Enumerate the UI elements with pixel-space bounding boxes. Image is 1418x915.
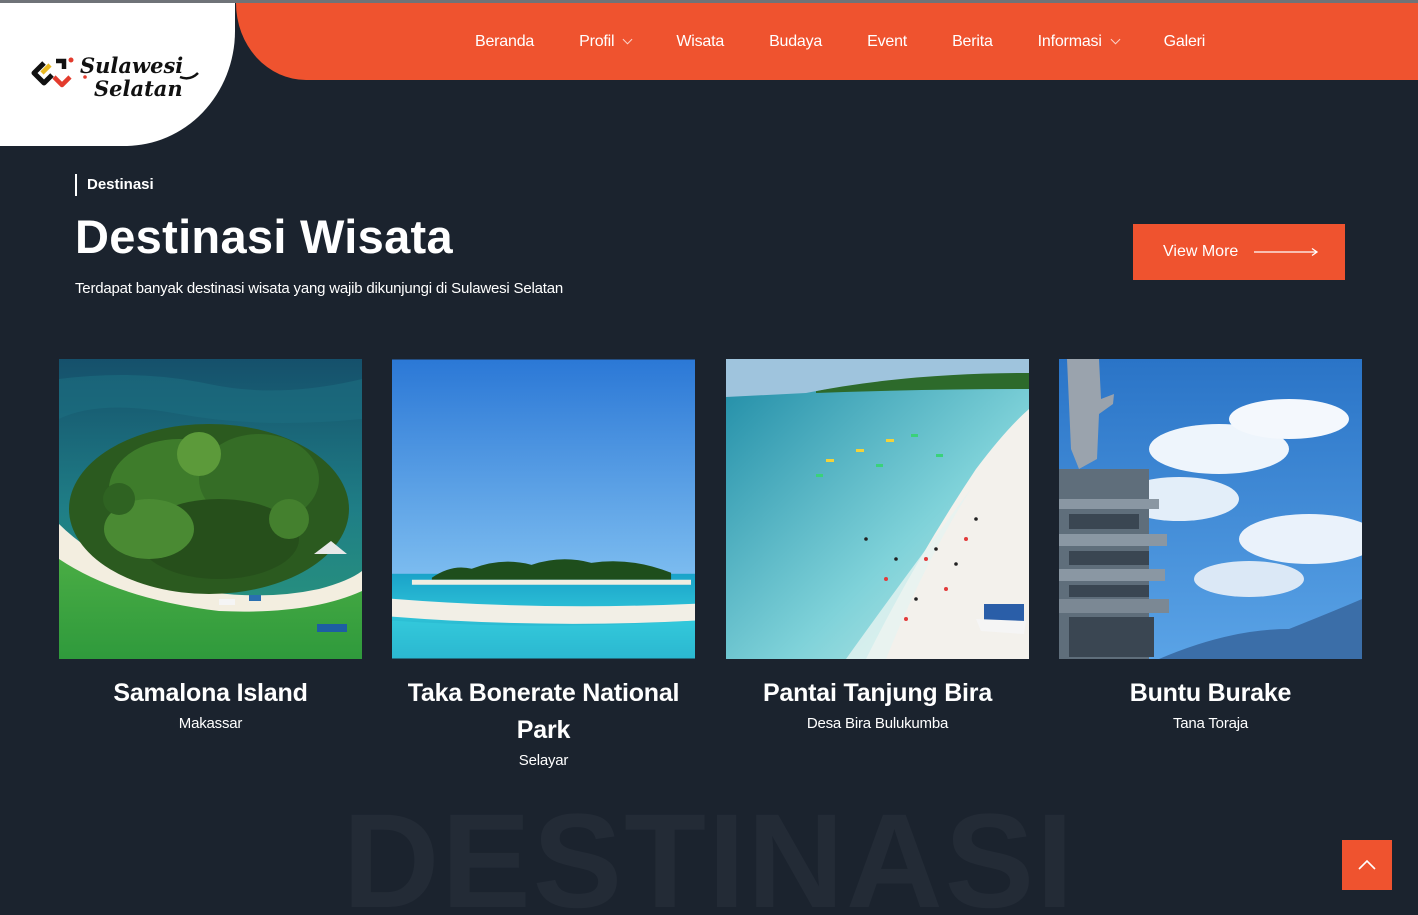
destination-card[interactable]: Buntu Burake Tana Toraja [1059, 359, 1362, 736]
destination-location: Desa Bira Bulukumba [806, 715, 949, 732]
destination-location: Makassar [178, 715, 243, 732]
nav-item-label: Berita [952, 32, 993, 50]
section-eyebrow: Destinasi [75, 174, 154, 196]
nav-item-berita[interactable]: Berita [952, 33, 993, 51]
beach-aerial-photo [726, 359, 1029, 659]
nav-item-informasi[interactable]: Informasi [1037, 32, 1121, 51]
chevron-down-icon [1110, 34, 1121, 45]
nav-item-label: Event [867, 32, 908, 50]
destination-location: Selayar [518, 752, 569, 769]
nav-item-event[interactable]: Event [867, 33, 907, 51]
nav-item-label: Beranda [475, 32, 535, 50]
scroll-to-top-button[interactable] [1342, 840, 1392, 890]
nav-item-budaya[interactable]: Budaya [769, 33, 822, 51]
logo-emblem-icon [31, 57, 74, 88]
arrow-right-icon [1254, 247, 1319, 257]
nav-item-label: Galeri [1163, 32, 1206, 50]
section-watermark: DESTINASI [342, 787, 1076, 915]
nav-menu: Beranda Profil Wisata Budaya Event Berit… [475, 3, 1250, 80]
destination-card[interactable]: Pantai Tanjung Bira Desa Bira Bulukumba [726, 359, 1029, 736]
nav-item-label: Informasi [1037, 32, 1102, 50]
nav-item-beranda[interactable]: Beranda [475, 33, 534, 51]
destination-title[interactable]: Taka Bonerate National Park [392, 675, 695, 749]
svg-text:Selatan: Selatan [94, 76, 183, 101]
main-navbar: Beranda Profil Wisata Budaya Event Berit… [236, 3, 1418, 80]
nav-item-label: Profil [579, 32, 615, 50]
nav-item-profil[interactable]: Profil [579, 32, 633, 51]
destination-title[interactable]: Samalona Island [59, 675, 362, 712]
statue-tower-photo [1059, 359, 1362, 659]
section-title: Destinasi Wisata [75, 210, 453, 263]
logo-link[interactable]: Sulawesi Selatan [0, 3, 235, 146]
destination-location: Tana Toraja [1172, 715, 1249, 732]
chevron-down-icon [622, 34, 633, 45]
section-subtitle: Terdapat banyak destinasi wisata yang wa… [75, 280, 564, 297]
view-more-label: View More [1163, 243, 1239, 260]
nav-item-label: Budaya [769, 32, 823, 50]
nav-item-label: Wisata [676, 32, 725, 50]
nav-item-galeri[interactable]: Galeri [1163, 32, 1206, 51]
view-more-button[interactable]: View More [1133, 224, 1345, 280]
page: Beranda Profil Wisata Budaya Event Berit… [0, 0, 1418, 915]
island-aerial-photo [59, 359, 362, 659]
destination-title[interactable]: Buntu Burake [1059, 675, 1362, 712]
svg-text:Sulawesi: Sulawesi [80, 53, 183, 78]
island-horizon-photo [392, 359, 695, 659]
destination-card[interactable]: Samalona Island Makassar [59, 359, 362, 736]
destination-card[interactable]: Taka Bonerate National Park Selayar [392, 359, 695, 773]
site-logo: Sulawesi Selatan [31, 53, 199, 101]
destination-title[interactable]: Pantai Tanjung Bira [726, 675, 1029, 712]
nav-item-wisata[interactable]: Wisata [676, 33, 724, 51]
chevron-up-icon [1358, 859, 1376, 870]
